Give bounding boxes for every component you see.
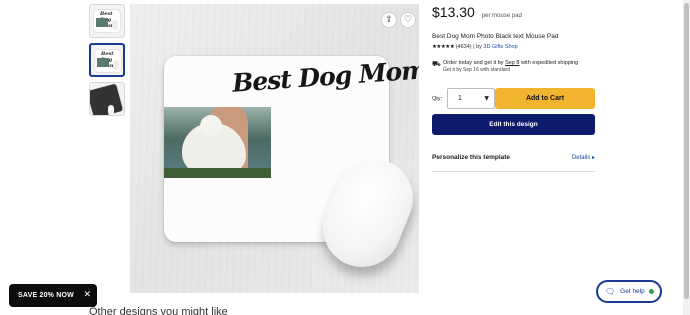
- product-info: $13.30 per mouse pad Best Dog Mom Photo …: [432, 4, 595, 172]
- shipping-info: ⛟ Order today and get it by Sep 8 with e…: [432, 60, 602, 74]
- section-heading-other-designs: Other designs you might like: [89, 306, 228, 315]
- quantity-select[interactable]: 1 ▼: [447, 88, 495, 109]
- help-label: Get help: [620, 288, 645, 295]
- price-unit: per mouse pad: [481, 13, 522, 19]
- shop-link[interactable]: 3D Gifts Shop: [483, 44, 517, 50]
- share-button[interactable]: ⇪: [381, 12, 397, 28]
- thumbnail-photo: [97, 58, 109, 67]
- star-rating[interactable]: ★★★★★: [432, 44, 455, 50]
- get-help-button[interactable]: 🗨 Get help: [596, 280, 662, 303]
- photo-dog-head: [200, 115, 222, 137]
- details-link[interactable]: Details ▸: [572, 154, 595, 161]
- shipping-post: with expedited shipping: [520, 60, 579, 66]
- thumbnail-strip: Best Dog Mom Best Dog Mom: [89, 4, 127, 121]
- shipping-pre: Order today and get it by: [443, 60, 504, 66]
- heart-icon: ♡: [403, 15, 413, 25]
- qty-label: Qty:: [432, 95, 443, 102]
- price: $13.30: [432, 4, 475, 20]
- promo-label: SAVE 20% NOW: [18, 292, 74, 299]
- caret-down-icon: ▼: [484, 95, 489, 102]
- shipping-text: Order today and get it by Sep 8 with exp…: [443, 60, 602, 67]
- close-icon[interactable]: ✕: [83, 290, 91, 300]
- thumbnail-photo: [96, 18, 108, 27]
- rating-count[interactable]: (4634): [456, 44, 472, 50]
- thumbnail-front[interactable]: Best Dog Mom: [89, 4, 125, 38]
- qty-value: 1: [458, 95, 462, 102]
- online-status-dot: [649, 289, 654, 294]
- thumbnail-angled[interactable]: Best Dog Mom: [89, 43, 125, 77]
- chat-icon: 🗨: [605, 287, 616, 296]
- thumbnail-mouse: [113, 60, 119, 70]
- quantity-row: Qty: 1 ▼ Add to Cart: [432, 88, 595, 109]
- add-to-cart-button[interactable]: Add to Cart: [495, 88, 595, 109]
- personalize-label: Personalize this template: [432, 154, 511, 161]
- share-icon: ⇪: [385, 15, 393, 25]
- promo-banner[interactable]: SAVE 20% NOW ✕: [9, 284, 97, 307]
- edit-design-button[interactable]: Edit this design: [432, 114, 595, 135]
- thumbnail-mouse: [112, 20, 118, 30]
- rating-row: ★★★★★ (4634) | by 3D Gifts Shop: [432, 44, 518, 50]
- product-title: Best Dog Mom Photo Black text Mouse Pad: [432, 33, 559, 40]
- page-scrollbar[interactable]: [683, 0, 690, 315]
- personalize-section: Personalize this template Details ▸: [432, 144, 595, 172]
- pad-photo: [164, 107, 271, 178]
- product-image[interactable]: Best Dog Mom ⇪ ♡: [130, 4, 419, 293]
- favorite-button[interactable]: ♡: [400, 12, 416, 28]
- thumbnail-mouse: [108, 105, 114, 115]
- shipping-date[interactable]: Sep 8: [505, 60, 519, 66]
- truck-icon: ⛟: [432, 60, 441, 68]
- price-row: $13.30 per mouse pad: [432, 4, 595, 20]
- scrollbar-thumb[interactable]: [684, 3, 689, 299]
- by-prefix: | by: [473, 44, 482, 50]
- thumbnail-dark[interactable]: [89, 82, 125, 116]
- shipping-standard: Get it by Sep 16 with standard: [443, 67, 510, 73]
- photo-grass: [164, 168, 271, 178]
- thumbnail-pad: [90, 83, 124, 115]
